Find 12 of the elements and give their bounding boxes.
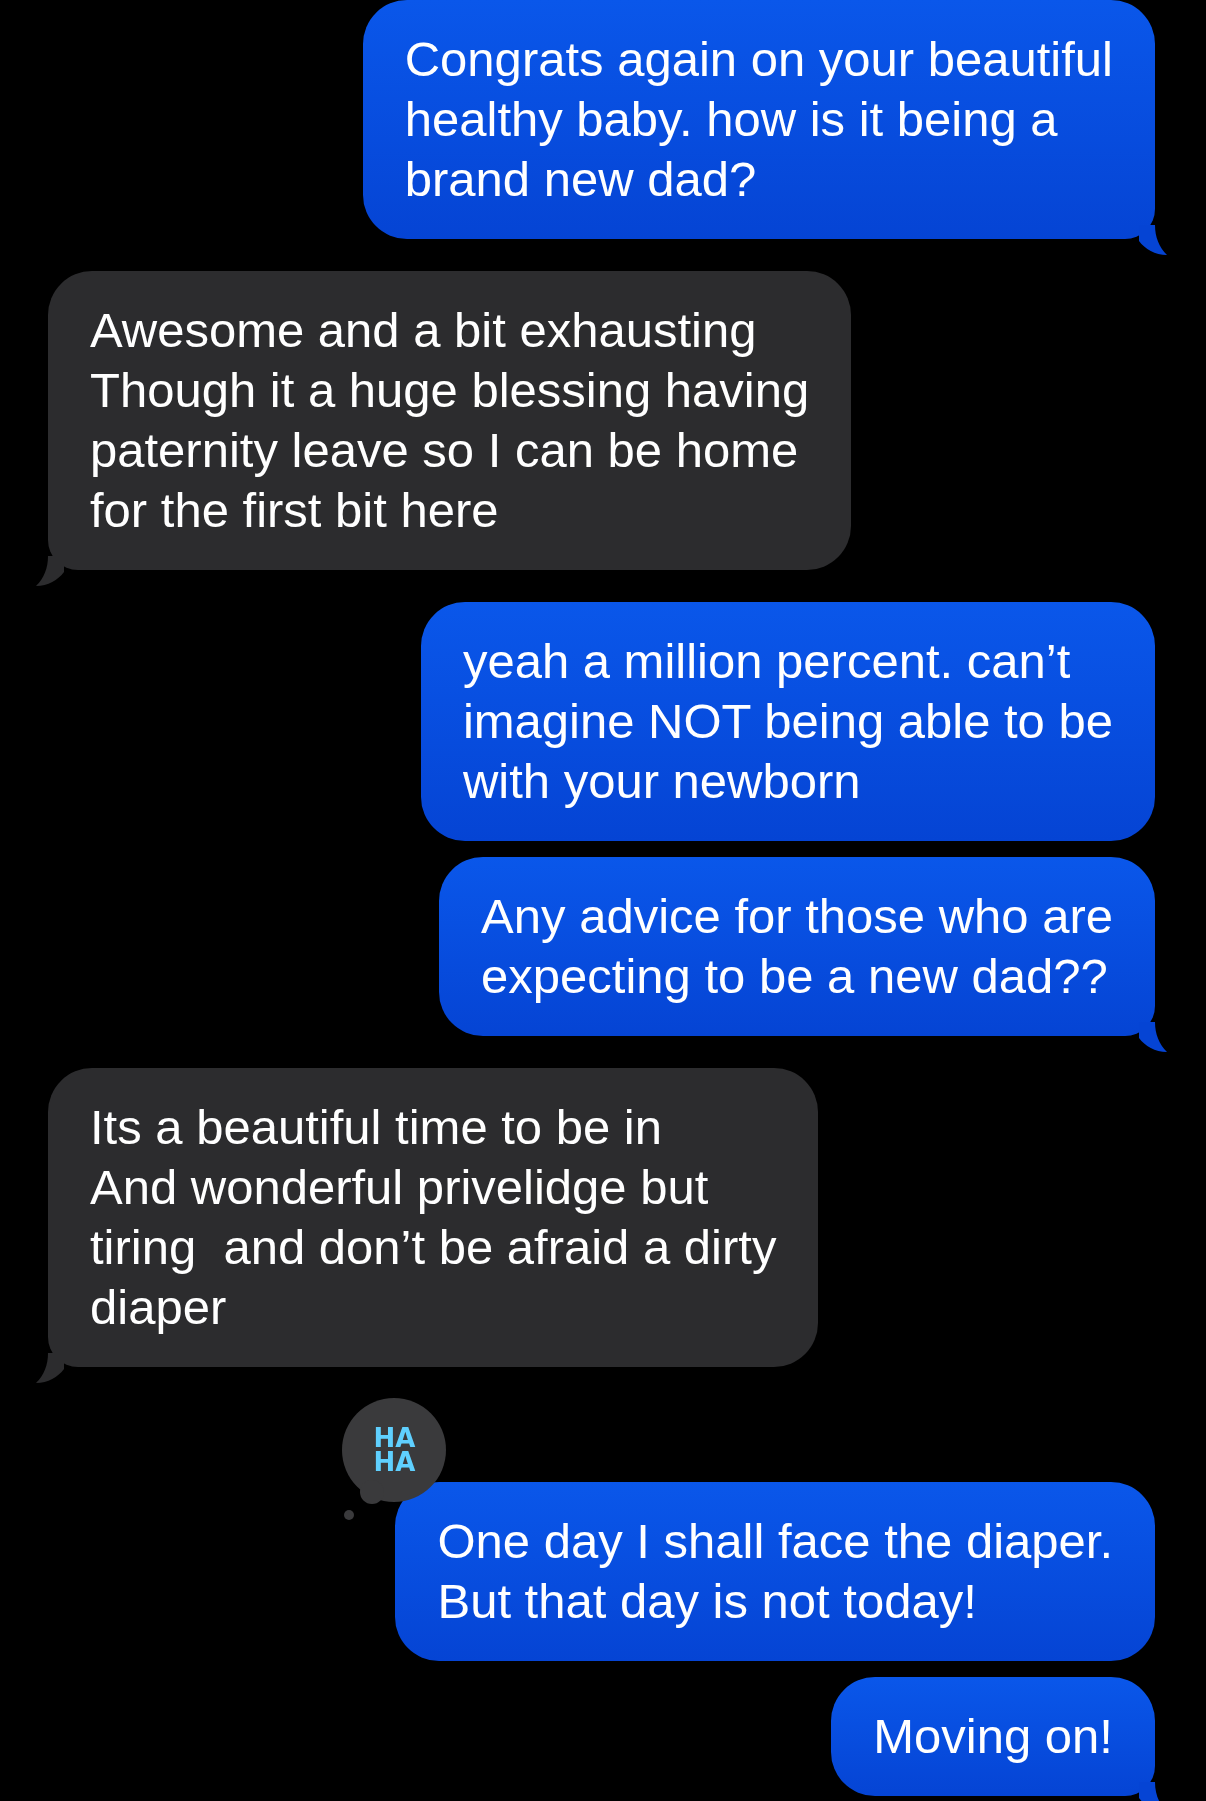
bubble-tail: [1139, 1022, 1169, 1052]
bubble-tail: [1139, 225, 1169, 255]
haha-reaction[interactable]: HA HA: [342, 1398, 447, 1502]
message-bubble: Congrats again on your beautiful healthy baby. how is it being a brand new dad?: [362, 0, 1155, 239]
message-bubble: yeah a million percent. can’t imagine NOT being able to be with your newborn: [420, 602, 1155, 841]
bubble-tail: [34, 1353, 64, 1383]
message-bubble: Moving on!: [831, 1677, 1155, 1796]
message-bubble: Its a beautiful time to be in And wonderful privelidge but tiring and don’t be afraid a dirty diaper: [48, 1068, 819, 1367]
bubble-tail: [34, 556, 64, 586]
message-bubble: Awesome and a bit exhausting Though it a huge blessing having paternity leave so I can be home for the first bit here: [48, 271, 852, 570]
message-bubble: One day I shall face the diaper. But that day is not today!: [395, 1482, 1155, 1661]
message-bubble: Any advice for those who are expecting to be a new dad??: [439, 857, 1155, 1036]
